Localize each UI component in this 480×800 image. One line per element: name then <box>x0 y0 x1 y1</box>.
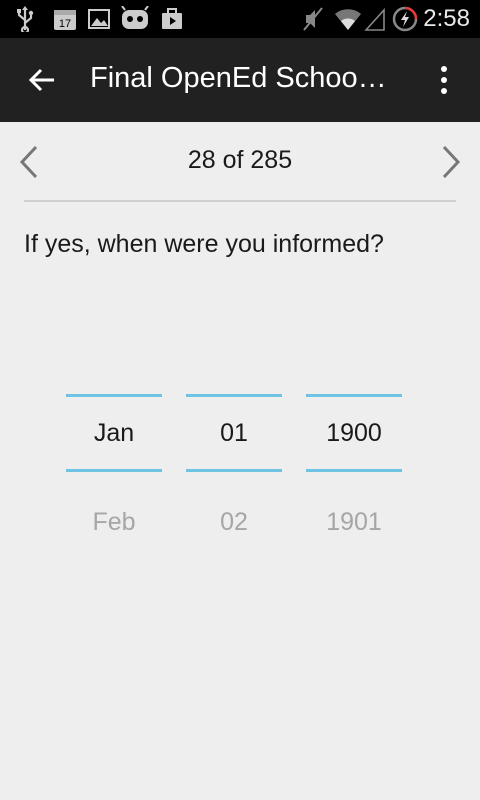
status-time: 2:58 <box>423 5 470 32</box>
month-selected[interactable]: Jan <box>66 419 162 448</box>
question-text: If yes, when were you informed? <box>24 230 384 258</box>
year-picker-top-line <box>306 394 402 397</box>
overflow-menu-icon[interactable] <box>430 64 458 96</box>
usb-icon <box>17 6 34 32</box>
page-title: Final OpenEd School… <box>90 62 390 94</box>
chevron-right-icon[interactable] <box>436 144 466 180</box>
question-counter: 28 of 285 <box>187 146 293 174</box>
year-next-option[interactable]: 1901 <box>306 508 402 537</box>
divider <box>24 200 456 202</box>
play-store-icon <box>162 8 182 29</box>
day-selected[interactable]: 01 <box>186 419 282 448</box>
status-bar: 17 2:58 <box>0 0 480 38</box>
question-pager: 28 of 285 <box>0 122 480 202</box>
mute-icon <box>303 7 323 31</box>
calendar-badge: 17 <box>59 18 71 30</box>
image-icon <box>88 9 110 29</box>
app-bar: Final OpenEd School… <box>0 38 480 122</box>
month-next-option[interactable]: Feb <box>66 508 162 537</box>
arrow-left-icon[interactable] <box>28 66 56 94</box>
cyanogen-icon <box>121 6 149 29</box>
year-picker-bottom-line <box>306 469 402 472</box>
signal-icon <box>364 7 385 31</box>
calendar-notification-icon: 17 <box>54 10 76 30</box>
day-next-option[interactable]: 02 <box>186 508 282 537</box>
month-picker-top-line <box>66 394 162 397</box>
day-picker-bottom-line <box>186 469 282 472</box>
battery-charging-icon <box>392 6 418 32</box>
day-picker-top-line <box>186 394 282 397</box>
month-picker-bottom-line <box>66 469 162 472</box>
wifi-icon <box>335 9 361 30</box>
year-selected[interactable]: 1900 <box>306 419 402 448</box>
